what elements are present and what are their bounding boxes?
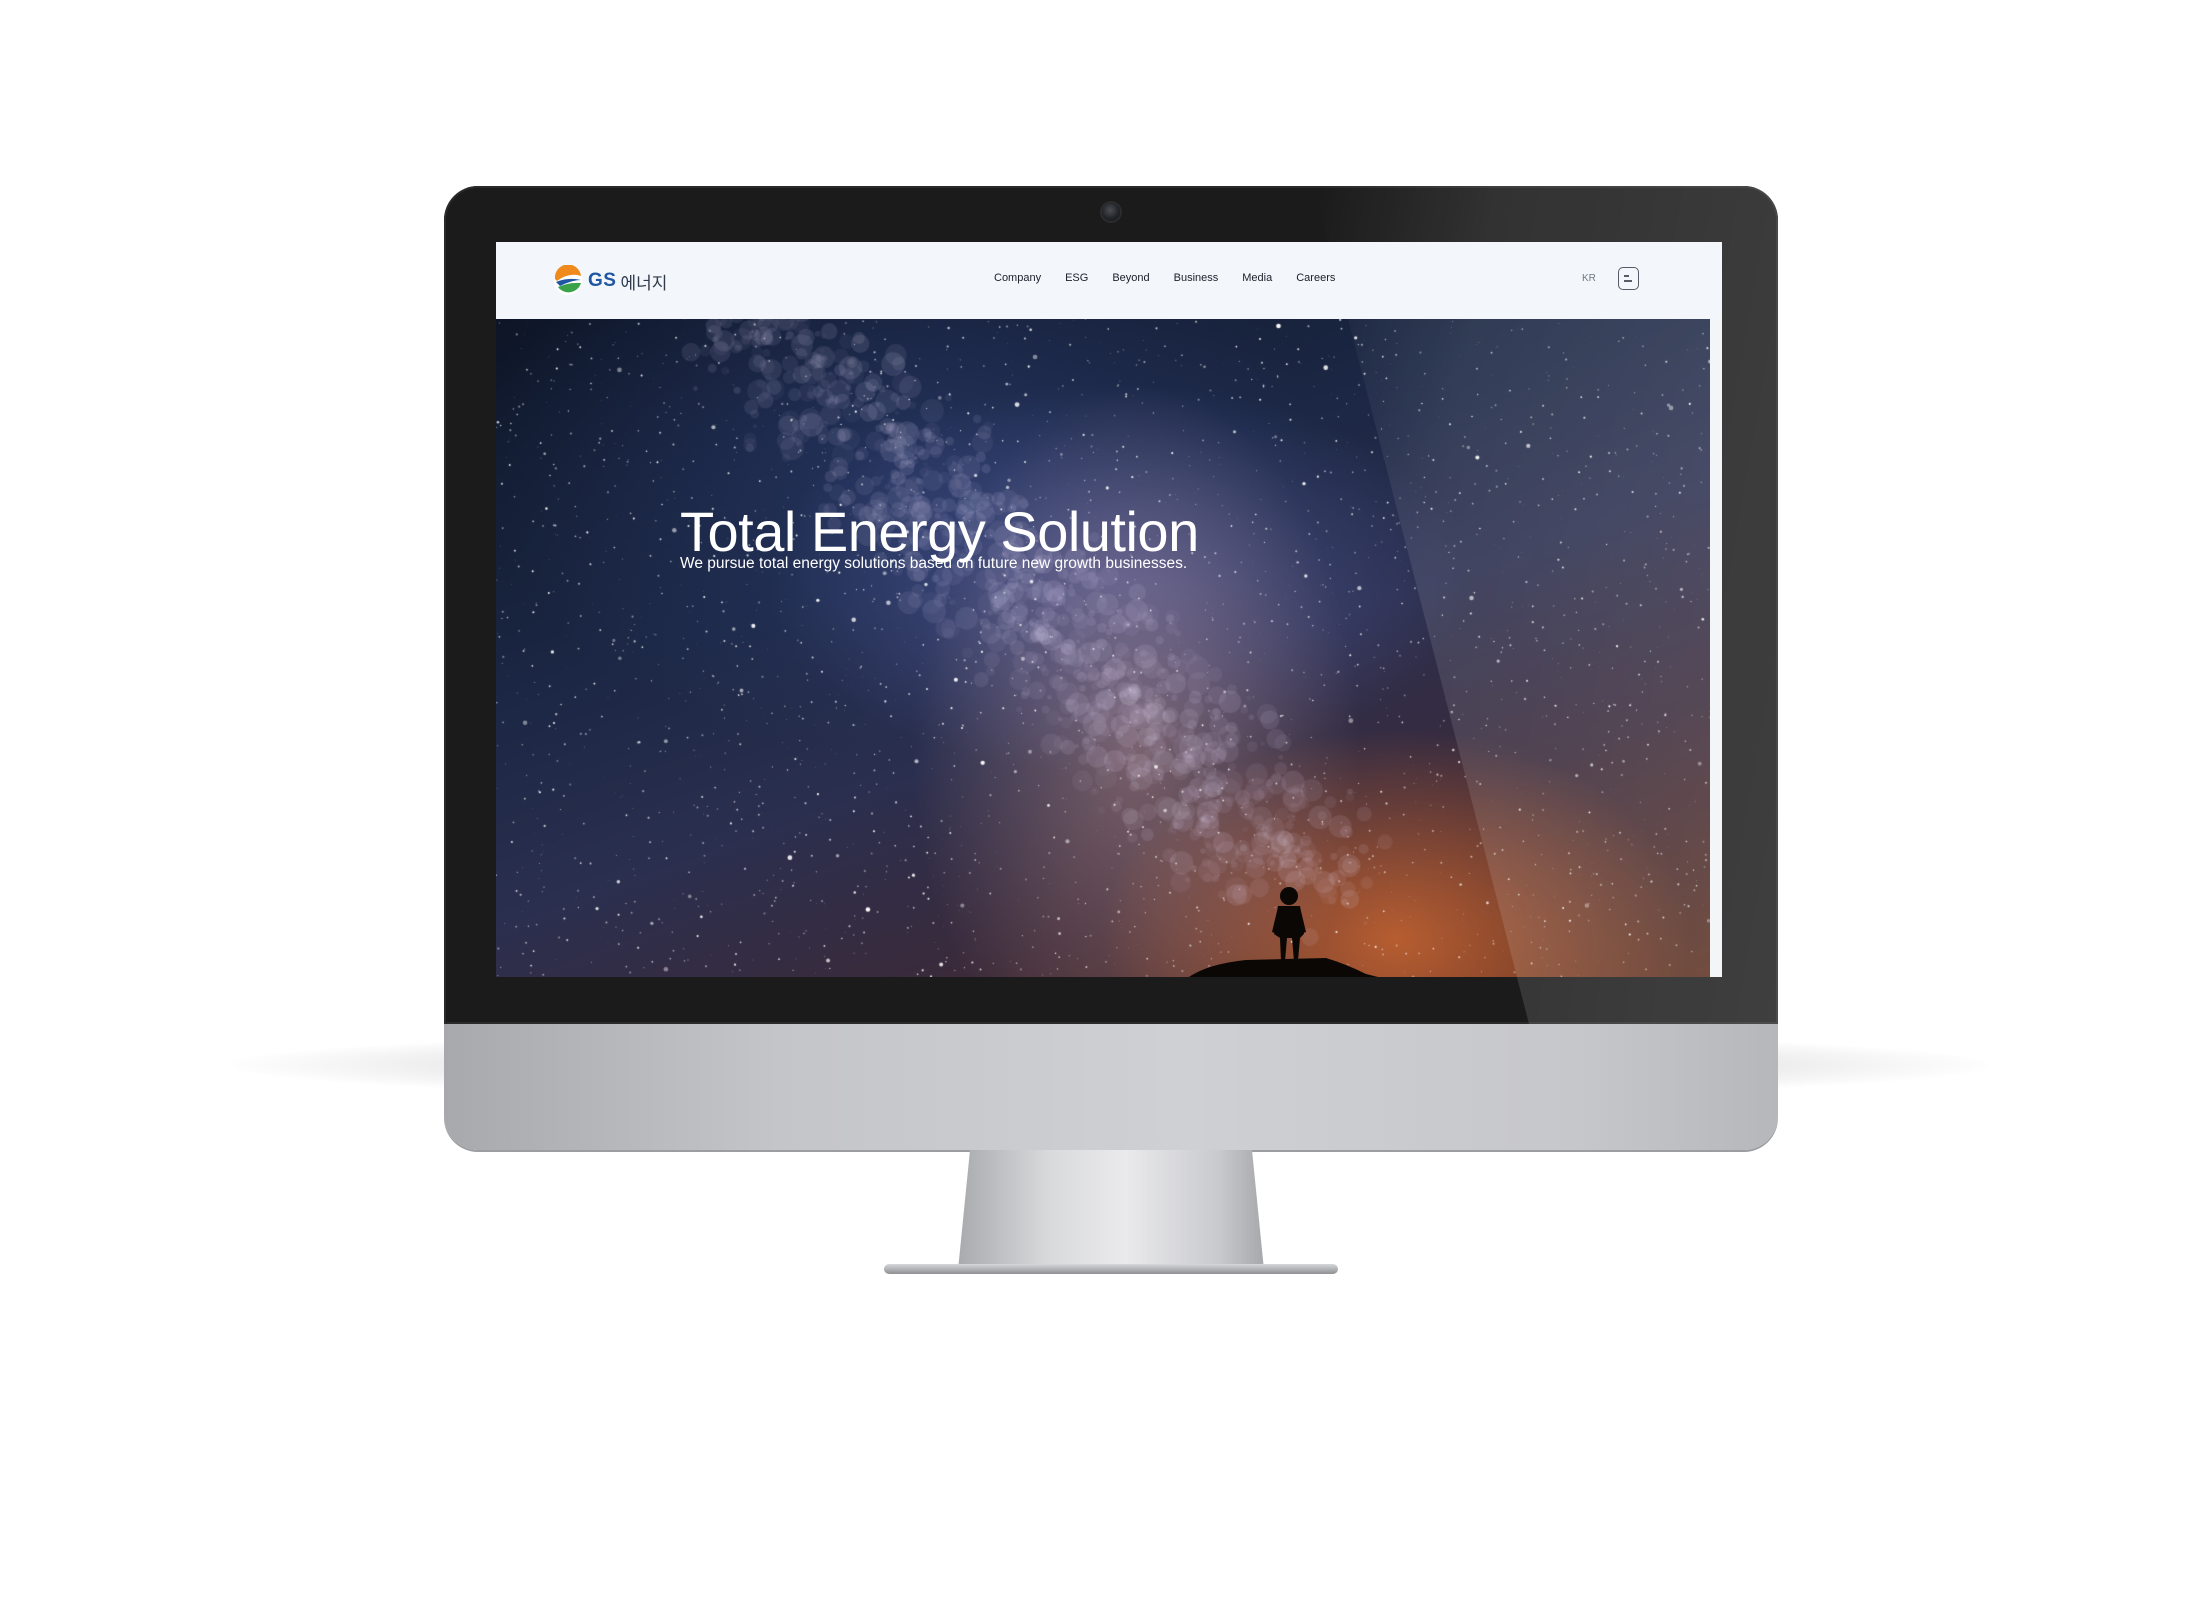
nav-careers[interactable]: Careers	[1296, 272, 1335, 284]
menu-icon[interactable]	[1618, 267, 1639, 290]
logo-brand-text: GS	[588, 270, 617, 291]
menu-line	[1624, 280, 1632, 282]
monitor-stand-foot	[884, 1264, 1338, 1274]
logo-korean-text: 에너지	[620, 273, 668, 293]
screen: GS 에너지 Company ESG Beyond Business Media…	[496, 242, 1722, 977]
site-header: GS 에너지 Company ESG Beyond Business Media…	[496, 242, 1722, 319]
monitor-bezel: GS 에너지 Company ESG Beyond Business Media…	[444, 186, 1778, 1024]
starfield-background	[496, 319, 1710, 977]
nav-beyond[interactable]: Beyond	[1112, 272, 1149, 284]
stage: GS 에너지 Company ESG Beyond Business Media…	[0, 0, 2200, 1600]
person-silhouette-image	[1188, 887, 1378, 977]
gs-logo-icon	[554, 265, 582, 295]
gs-energy-logo[interactable]: GS 에너지	[552, 262, 667, 300]
nav-company[interactable]: Company	[994, 272, 1041, 284]
main-nav: Company ESG Beyond Business Media Career…	[994, 272, 1335, 284]
hero-section: Total Energy Solution We pursue total en…	[496, 319, 1710, 977]
imac-monitor: GS 에너지 Company ESG Beyond Business Media…	[444, 186, 1778, 1274]
menu-line	[1624, 275, 1629, 277]
nav-business[interactable]: Business	[1174, 272, 1219, 284]
language-toggle[interactable]: KR	[1582, 273, 1596, 284]
nav-media[interactable]: Media	[1242, 272, 1272, 284]
monitor-stand-neck	[958, 1150, 1264, 1270]
nav-esg[interactable]: ESG	[1065, 272, 1088, 284]
page-scrollbar[interactable]	[1710, 319, 1722, 977]
monitor-chin	[444, 1024, 1778, 1150]
camera-icon	[1102, 203, 1120, 221]
hero-subtitle: We pursue total energy solutions based o…	[680, 554, 1188, 572]
